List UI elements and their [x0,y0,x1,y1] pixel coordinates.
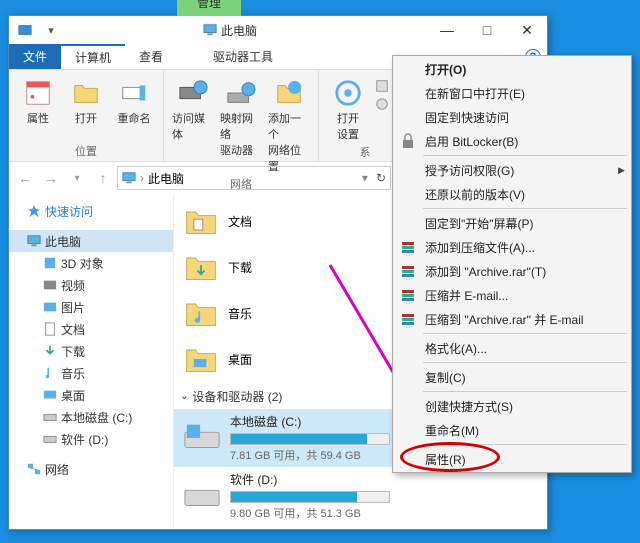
cm-copy[interactable]: 复制(C) [393,365,631,389]
nav-forward-button[interactable]: → [39,166,63,190]
ribbon-open-settings-button[interactable]: 打开 设置 [327,74,369,142]
sidebar: 快速访问 此电脑 3D 对象 视频 图片 文档 下载 音乐 桌面 本地磁盘 (C… [9,194,174,528]
folder-icon [182,294,220,332]
cm-restore[interactable]: 还原以前的版本(V) [393,182,631,206]
drive-usage-bar [230,433,390,445]
ribbon-open-button[interactable]: 打开 [65,74,107,141]
context-menu: 打开(O) 在新窗口中打开(E) 固定到快速访问 启用 BitLocker(B)… [392,55,632,473]
tab-computer[interactable]: 计算机 [61,44,125,69]
refresh-icon[interactable]: ↻ [376,171,386,185]
archive-icon [399,286,417,304]
cm-bitlocker[interactable]: 启用 BitLocker(B) [393,129,631,153]
folder-icon [182,202,220,240]
tab-view[interactable]: 查看 [125,44,177,69]
cm-grant-access[interactable]: 授予访问权限(G)▶ [393,158,631,182]
sidebar-item-pictures[interactable]: 图片 [9,296,173,318]
tab-file[interactable]: 文件 [9,44,61,69]
folder-icon [182,248,220,286]
nav-up-button[interactable]: ↑ [91,166,115,190]
cm-open[interactable]: 打开(O) [393,57,631,81]
ribbon-map-drive-label: 映射网络 驱动器 [220,110,262,158]
minimize-button[interactable]: — [427,16,467,44]
drive-icon [182,476,222,516]
cm-pin-quick[interactable]: 固定到快速访问 [393,105,631,129]
ribbon-properties-label: 属性 [27,110,49,126]
sidebar-item-videos[interactable]: 视频 [9,274,173,296]
address-path-text: 此电脑 [148,170,184,187]
ribbon-access-media-button[interactable]: 访问媒体 [172,74,214,174]
thispc-icon [203,23,217,37]
ribbon-open-settings-label: 打开 设置 [337,110,359,142]
cm-shortcut[interactable]: 创建快捷方式(S) [393,394,631,418]
folder-label: 桌面 [228,351,252,368]
ribbon-access-media-label: 访问媒体 [172,110,214,142]
drive-info-text: 9.80 GB 可用，共 51.3 GB [230,505,539,521]
lock-icon [399,132,417,150]
nav-recent-button[interactable]: ▾ [65,166,89,190]
sidebar-item-documents[interactable]: 文档 [9,318,173,340]
close-button[interactable]: ✕ [507,16,547,44]
folder-icon [182,340,220,378]
ribbon-open-label: 打开 [75,110,97,126]
folder-label: 下载 [228,259,252,276]
archive-icon [399,310,417,328]
maximize-button[interactable]: □ [467,16,507,44]
sidebar-item-downloads[interactable]: 下载 [9,340,173,362]
sidebar-item-drive-d[interactable]: 软件 (D:) [9,428,173,450]
drive-d[interactable]: 软件 (D:) 9.80 GB 可用，共 51.3 GB [174,467,547,525]
window-title-text: 此电脑 [221,22,257,39]
tab-drive-tools[interactable]: 驱动器工具 [199,44,287,69]
drive-icon [182,418,222,458]
cm-format[interactable]: 格式化(A)... [393,336,631,360]
address-input[interactable]: › 此电脑 ▾ ↻ [117,166,391,190]
cm-rename[interactable]: 重命名(M) [393,418,631,442]
folder-label: 文档 [228,213,252,230]
archive-icon [399,262,417,280]
nav-back-button[interactable]: ← [13,166,37,190]
cm-compress-rar-email[interactable]: 压缩到 "Archive.rar" 并 E-mail [393,307,631,331]
archive-icon [399,238,417,256]
ribbon-group-location-label: 位置 [17,141,155,159]
sidebar-item-drive-c[interactable]: 本地磁盘 (C:) [9,406,173,428]
qat-icon[interactable] [13,19,37,41]
ribbon-properties-button[interactable]: 属性 [17,74,59,141]
cm-add-rar[interactable]: 添加到 "Archive.rar"(T) [393,259,631,283]
drive-usage-bar [230,491,390,503]
sidebar-item-music[interactable]: 音乐 [9,362,173,384]
ribbon-rename-button[interactable]: 重命名 [113,74,155,141]
sidebar-quick-access[interactable]: 快速访问 [9,200,173,222]
qat-undo-icon[interactable]: ▾ [39,19,63,41]
ribbon-map-drive-button[interactable]: 映射网络 驱动器 [220,74,262,174]
cm-compress-email[interactable]: 压缩并 E-mail... [393,283,631,307]
sidebar-item-desktop[interactable]: 桌面 [9,384,173,406]
address-dropdown-icon[interactable]: ▾ [362,171,368,185]
sidebar-item-3d[interactable]: 3D 对象 [9,252,173,274]
cm-new-window[interactable]: 在新窗口中打开(E) [393,81,631,105]
ribbon-add-location-button[interactable]: 添加一个 网络位置 [268,74,310,174]
folder-label: 音乐 [228,305,252,322]
cm-add-archive[interactable]: 添加到压缩文件(A)... [393,235,631,259]
ribbon-context-tab-manage[interactable]: 管理 [177,0,241,16]
window-title: 此电脑 [203,22,257,39]
cm-properties[interactable]: 属性(R) [393,447,631,471]
drive-name: 软件 (D:) [230,471,539,488]
sidebar-network[interactable]: 网络 [9,458,173,480]
ribbon-add-location-label: 添加一个 网络位置 [268,110,310,174]
titlebar: ▾ 此电脑 — □ ✕ [9,16,547,44]
ribbon-rename-label: 重命名 [118,110,151,126]
sidebar-this-pc[interactable]: 此电脑 [9,230,173,252]
cm-pin-start[interactable]: 固定到"开始"屏幕(P) [393,211,631,235]
thispc-icon [122,171,136,185]
